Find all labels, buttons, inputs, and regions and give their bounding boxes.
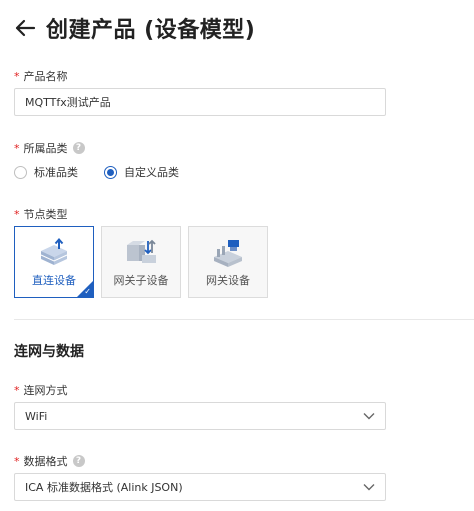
card-gateway-sub-device[interactable]: 网关子设备 [101,226,181,298]
product-name-label: * 产品名称 [14,69,68,84]
radio-standard-category[interactable]: 标准品类 [14,164,78,180]
product-name-input[interactable]: MQTTfx测试产品 [14,88,386,116]
data-format-select[interactable]: ICA 标准数据格式 (Alink JSON) [14,473,386,501]
required-mark: * [14,141,20,155]
data-format-label: * 数据格式 ? [14,453,85,469]
network-method-label: * 连网方式 [14,383,68,398]
node-type-label: * 节点类型 [14,207,68,222]
card-gateway-device[interactable]: 网关设备 [188,226,268,298]
check-icon: ✓ [84,287,91,296]
required-mark: * [14,454,20,468]
arrow-left-icon[interactable] [14,17,36,39]
gateway-sub-device-icon [127,239,156,263]
gateway-device-icon [214,240,242,267]
page-header: 创建产品 (设备模型) [14,10,255,46]
network-method-select[interactable]: WiFi [14,402,386,430]
chevron-down-icon [363,413,375,420]
chevron-down-icon [363,484,375,491]
category-radio-group: 标准品类 自定义品类 [14,164,205,180]
help-icon[interactable]: ? [72,455,85,467]
card-direct-device[interactable]: 直连设备 ✓ [14,226,94,298]
section-divider [14,319,474,320]
page-title: 创建产品 (设备模型) [46,18,256,43]
help-icon[interactable]: ? [72,142,85,154]
radio-circle[interactable] [14,165,27,179]
required-mark: * [14,69,20,83]
section-title-network: 连网与数据 [14,344,84,360]
node-type-cards: 直连设备 ✓ 网关子设备 网关设备 [14,226,275,298]
radio-circle-checked[interactable] [104,165,117,179]
category-label: * 所属品类 ? [14,140,85,156]
required-mark: * [14,207,20,221]
radio-custom-category[interactable]: 自定义品类 [104,164,179,180]
direct-device-icon [40,237,68,265]
required-mark: * [14,383,20,397]
